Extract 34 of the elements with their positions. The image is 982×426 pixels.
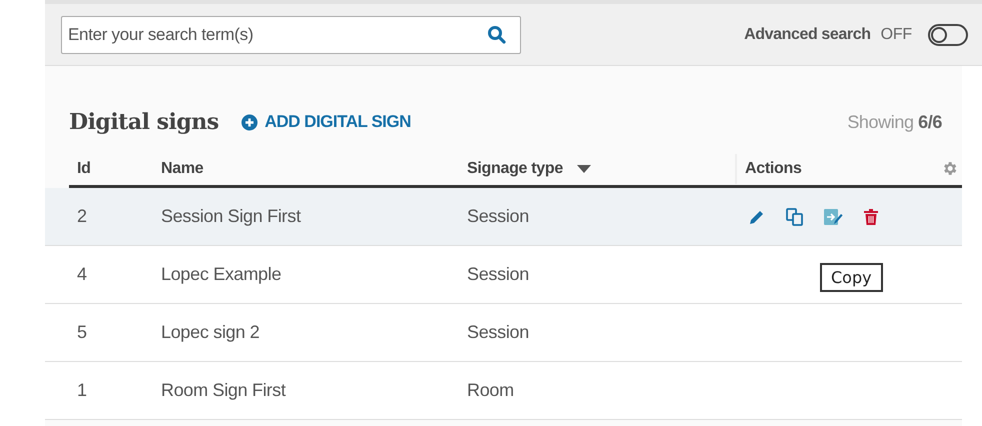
table-cell: Session — [467, 206, 529, 226]
column-header[interactable]: Name — [161, 160, 204, 178]
showing-count: Showing 6/6 — [847, 112, 942, 132]
sort-down-icon[interactable] — [576, 164, 591, 172]
table-row[interactable]: 1 Room Sign First Room — [45, 362, 962, 420]
table-cell: Room — [467, 380, 514, 400]
add-digital-sign-link[interactable]: ADD DIGITAL SIGN — [240, 112, 411, 132]
table-cell: 2 — [77, 206, 87, 226]
trash-icon[interactable] — [861, 206, 881, 226]
table-cell: Session — [467, 264, 529, 284]
column-header[interactable]: Signage type — [467, 160, 563, 178]
search-field[interactable]: Enter your search term(s) — [61, 16, 521, 54]
column-header[interactable]: Actions — [745, 160, 802, 178]
table-cell: 4 — [77, 264, 87, 284]
table-cell: Room Sign First — [161, 380, 286, 400]
edit-document-icon[interactable] — [823, 206, 843, 226]
table-cell: Lopec Example — [161, 264, 282, 284]
table-cell: Lopec sign 2 — [161, 322, 260, 342]
settings-icon[interactable] — [941, 160, 958, 177]
table-cell: 1 — [77, 380, 87, 400]
table-cell: Session Sign First — [161, 206, 301, 226]
column-header[interactable]: Id — [77, 160, 91, 178]
advanced-search-toggle[interactable] — [928, 24, 968, 46]
plus-circle-icon — [240, 114, 258, 130]
advanced-search-state: OFF — [880, 26, 912, 44]
copy-icon[interactable] — [785, 206, 805, 226]
tooltip: Copy — [820, 263, 883, 292]
table-cell: Session — [467, 322, 529, 342]
advanced-search-label: Advanced search — [744, 26, 871, 44]
table-row[interactable]: 5 Lopec sign 2 Session — [45, 304, 962, 362]
page-title: Digital signs — [69, 109, 219, 135]
search-icon[interactable] — [487, 24, 507, 44]
table-row[interactable]: 2 Session Sign First Session — [45, 188, 962, 246]
table-cell: 5 — [77, 322, 87, 342]
